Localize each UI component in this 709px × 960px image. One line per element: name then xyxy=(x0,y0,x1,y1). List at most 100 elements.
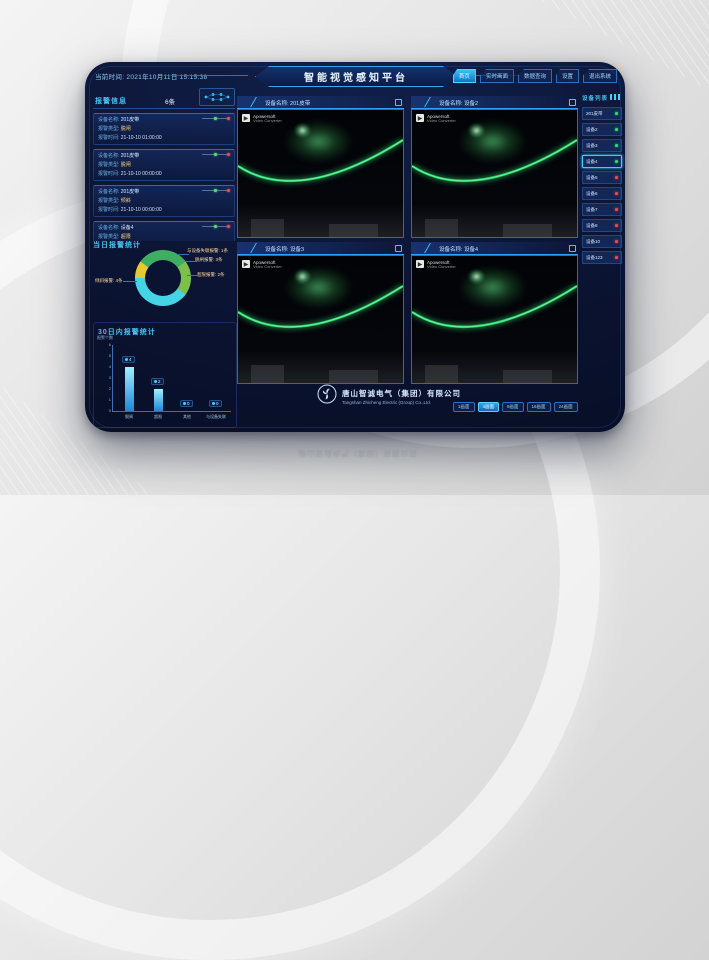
device-name: 设备5 xyxy=(586,175,598,181)
bar-超限 xyxy=(154,389,163,411)
video-cell-4[interactable]: 设备名称: 设备4 ▶ApowersoftVideo Converter xyxy=(411,242,578,384)
red-dot-icon xyxy=(227,117,230,120)
slant-decoration xyxy=(424,243,439,253)
structure-shape xyxy=(425,219,458,237)
apowersoft-logo-icon: ▶ xyxy=(416,260,424,268)
device-list-item[interactable]: 设备8 xyxy=(582,219,622,232)
device-list-item[interactable]: 设备10 xyxy=(582,235,622,248)
alarm-field-label: 设备名称: xyxy=(98,117,121,123)
red-dot-icon xyxy=(227,189,230,192)
legend-item-trip: 脱闸报警: 3条 xyxy=(195,257,223,263)
alarm-field-value: 倾斜 xyxy=(121,198,131,204)
alarm-field-value: 脱闸 xyxy=(121,162,131,168)
bar-chart-ytick: 0 xyxy=(102,408,111,413)
video-cell-1[interactable]: 设备名称: 201皮带 ▶ApowersoftVideo Converter xyxy=(237,96,404,238)
layout-button-4画面[interactable]: 4画面 xyxy=(478,402,500,412)
device-list-item[interactable]: 设备7 xyxy=(582,203,622,216)
offline-status-icon xyxy=(615,192,618,195)
monthly-stats-title: 30日内报警统计 xyxy=(98,327,236,337)
nav-button-2[interactable]: 实时画面 xyxy=(480,69,514,83)
video-cell-2[interactable]: 设备名称: 设备2 ▶ApowersoftVideo Converter xyxy=(411,96,578,238)
device-list-item[interactable]: 设备4 xyxy=(582,155,622,168)
bar-value-label: 4 xyxy=(122,356,135,363)
alarm-item[interactable]: 设备名称: 201皮带报警类型: 脱闸报警时间: 21-10-10 01:00:… xyxy=(93,113,235,145)
apowersoft-logo-icon: ▶ xyxy=(242,114,250,122)
video-cell-3[interactable]: 设备名称: 设备3 ▶ApowersoftVideo Converter xyxy=(237,242,404,384)
nav-button-1[interactable]: 首页 xyxy=(453,69,476,83)
video-device-name: 设备名称: 201皮带 xyxy=(265,99,310,107)
alarm-field-value: 201皮带 xyxy=(121,189,139,195)
structure-shape xyxy=(503,224,553,237)
offline-status-icon xyxy=(615,256,618,259)
left-panel: 报警信息 6条 设备名称: 201皮带报警类型: 脱闸报警时间: 21-10-1… xyxy=(93,94,235,424)
watermark-text: ApowersoftVideo Converter xyxy=(253,114,282,124)
device-list-item[interactable]: 设备123 xyxy=(582,251,622,264)
offline-status-icon xyxy=(615,240,618,243)
alarm-field-value: 设备4 xyxy=(121,225,134,231)
watermark-line2: Video Converter xyxy=(253,265,282,270)
nav-button-3[interactable]: 数据查询 xyxy=(518,69,552,83)
alarm-panel-header: 报警信息 6条 xyxy=(93,94,235,109)
alarm-field-label: 设备名称: xyxy=(98,189,121,195)
page-title-text: 智能视觉感知平台 xyxy=(304,69,408,84)
alarm-item[interactable]: 设备名称: 201皮带报警类型: 倾斜报警时间: 21-10-10 00:00:… xyxy=(93,185,235,217)
device-name: 设备6 xyxy=(586,191,598,197)
alarm-count-badge: 6条 xyxy=(165,96,175,106)
structure-shape xyxy=(251,219,284,237)
video-cell-header: 设备名称: 201皮带 xyxy=(237,96,404,109)
bar-脱闸 xyxy=(125,367,134,411)
device-list-item[interactable]: 设备3 xyxy=(582,139,622,152)
layout-button-1画面[interactable]: 1画面 xyxy=(453,402,475,412)
watermark: ▶ApowersoftVideo Converter xyxy=(242,114,282,124)
cyan-dot-icon xyxy=(154,380,157,383)
video-cell-header: 设备名称: 设备3 xyxy=(237,242,404,255)
legend-leader-line xyxy=(185,261,197,262)
green-dot-icon xyxy=(214,117,217,120)
bar-value-label: 0 xyxy=(180,400,193,407)
device-list-item[interactable]: 设备2 xyxy=(582,123,622,136)
device-name: 设备123 xyxy=(586,255,603,261)
layout-button-16画面[interactable]: 16画面 xyxy=(527,402,551,412)
layout-button-9画面[interactable]: 9画面 xyxy=(502,402,524,412)
alarm-list: 设备名称: 201皮带报警类型: 脱闸报警时间: 21-10-10 01:00:… xyxy=(93,113,235,241)
alarm-field-value: 21-10-10 01:00:00 xyxy=(121,135,162,141)
video-cell-header: 设备名称: 设备4 xyxy=(411,242,578,255)
legend-leader-line xyxy=(123,281,137,282)
bar-chart-ylabel: 报警个数 xyxy=(97,335,113,341)
nav-button-5[interactable]: 退出系统 xyxy=(583,69,617,83)
nav-button-4[interactable]: 设置 xyxy=(556,69,579,83)
online-status-icon xyxy=(615,128,618,131)
page-title: 智能视觉感知平台 xyxy=(255,66,457,87)
bar-chart-xlabel: 超限 xyxy=(154,414,162,420)
watermark: ▶ApowersoftVideo Converter xyxy=(416,260,456,270)
stripes-decoration-icon xyxy=(610,94,622,100)
watermark-text: ApowersoftVideo Converter xyxy=(427,260,456,270)
device-list-panel: 设备列表 201皮带设备2 设备3 设备4 设备5 设备6 设备7 设备8 设备10 设备123 xyxy=(582,92,622,426)
device-name: 201皮带 xyxy=(586,111,603,117)
device-list-item[interactable]: 设备6 xyxy=(582,187,622,200)
corner-tick-icon xyxy=(569,245,576,252)
watermark-line2: Video Converter xyxy=(253,119,282,124)
apowersoft-logo-icon: ▶ xyxy=(242,260,250,268)
device-name: 设备2 xyxy=(586,127,598,133)
device-list-item[interactable]: 201皮带 xyxy=(582,107,622,120)
alarm-field-time: 报警时间: 21-10-10 00:00:00 xyxy=(98,206,230,215)
alarm-item[interactable]: 设备名称: 201皮带报警类型: 脱闸报警时间: 21-10-10 00:00:… xyxy=(93,149,235,181)
slant-decoration xyxy=(250,243,265,253)
corner-tick-icon xyxy=(395,245,402,252)
daily-donut-chart xyxy=(135,250,191,306)
device-list-header: 设备列表 xyxy=(582,92,622,104)
bar-value-label: 0 xyxy=(209,400,222,407)
device-name: 设备8 xyxy=(586,223,598,229)
daily-alarm-stats-panel: 当日报警统计 与设备失联报警: 1条 脱闸报警: 3条 超限报警: 2条 倾斜报… xyxy=(93,234,235,318)
alarm-field-time: 报警时间: 21-10-10 00:00:00 xyxy=(98,170,230,179)
alarm-field-label: 设备名称: xyxy=(98,225,121,231)
device-list-item[interactable]: 设备5 xyxy=(582,171,622,184)
device-name: 设备3 xyxy=(586,143,598,149)
video-device-name: 设备名称: 设备4 xyxy=(439,245,478,253)
layout-button-24画面[interactable]: 24画面 xyxy=(554,402,578,412)
structure-shape xyxy=(329,224,379,237)
legend-leader-line xyxy=(187,275,199,276)
video-device-name: 设备名称: 设备3 xyxy=(265,245,304,253)
network-nodes-icon xyxy=(199,88,235,106)
